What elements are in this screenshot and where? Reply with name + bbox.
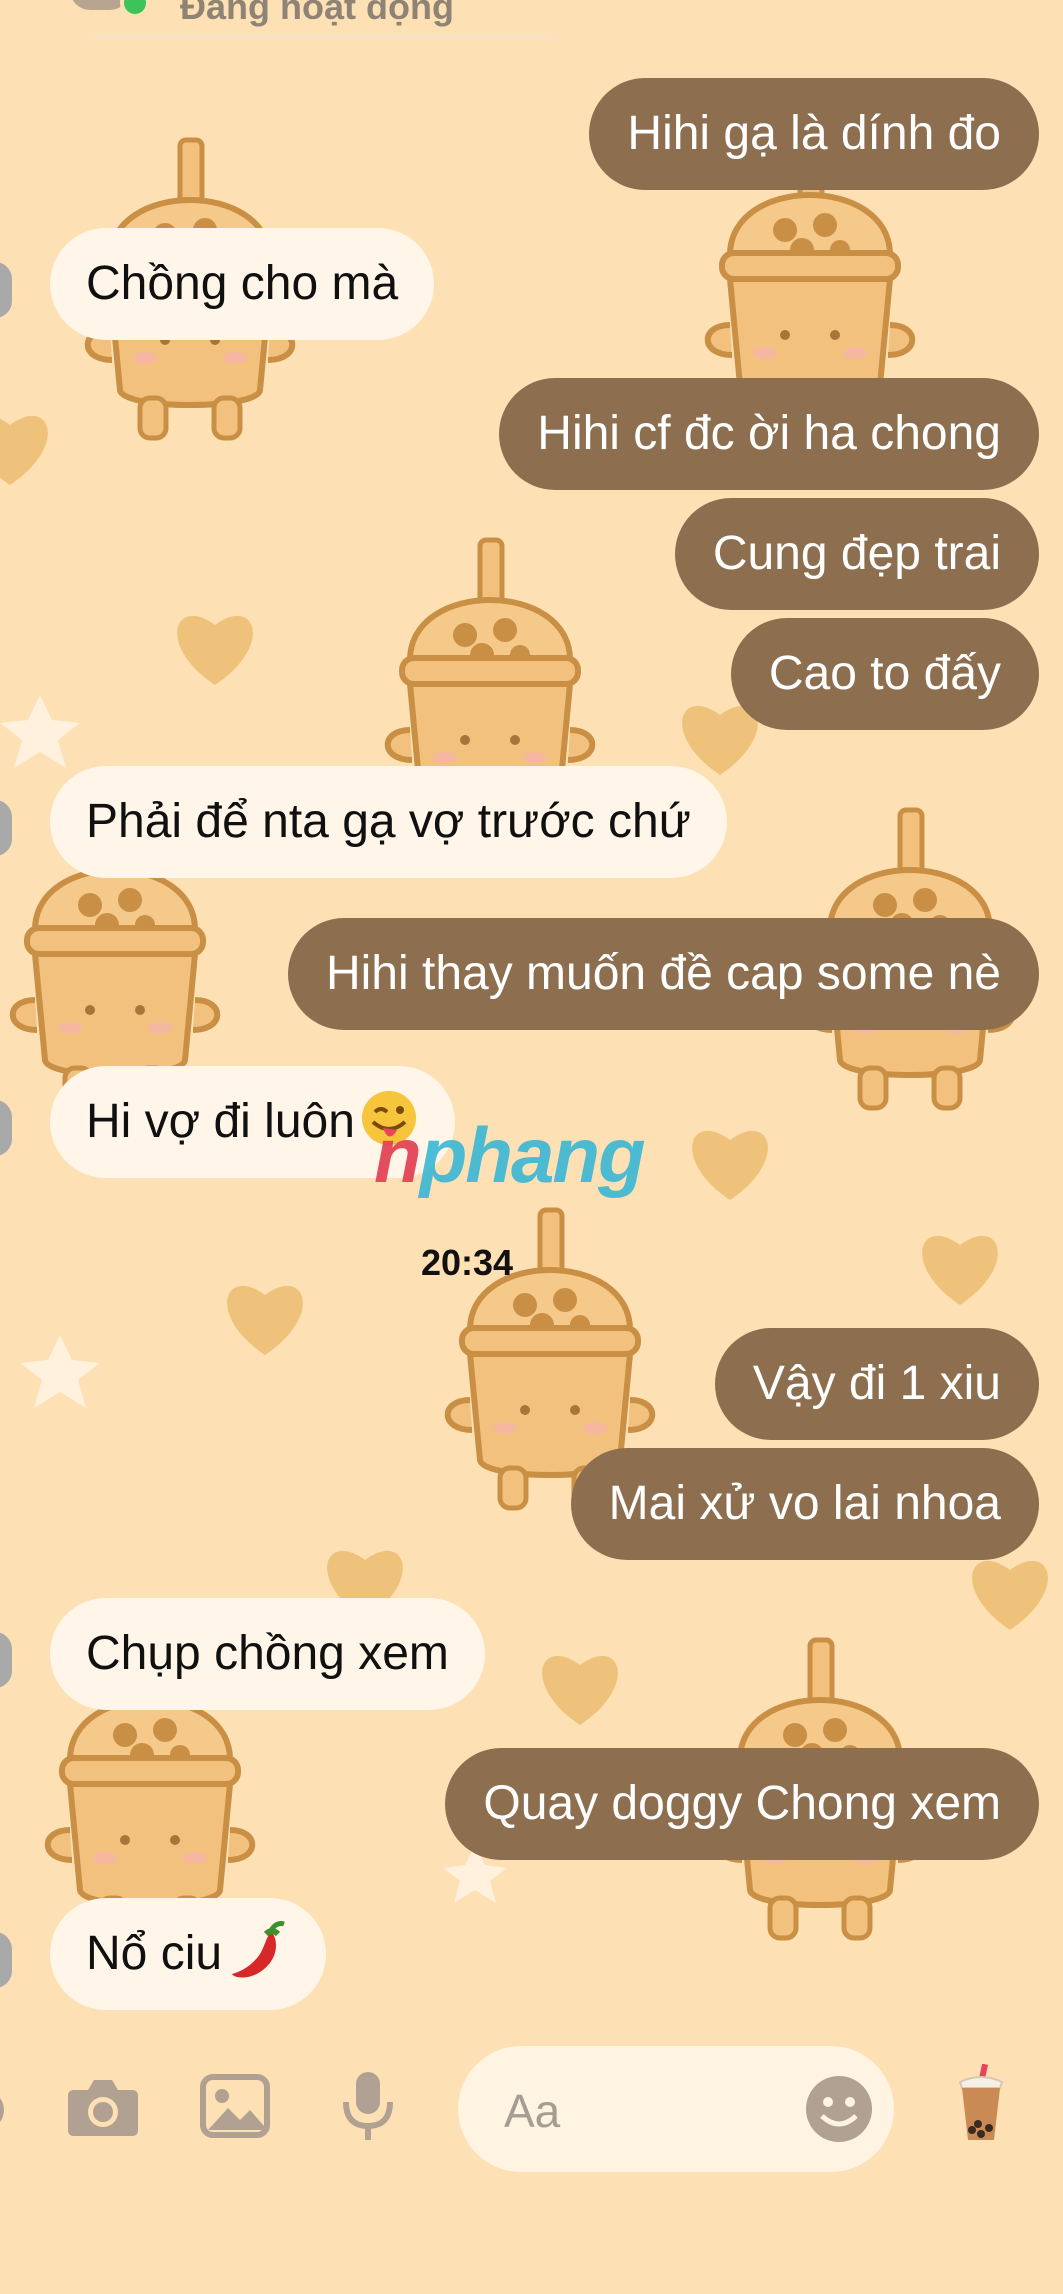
message-outgoing[interactable]: Hihi gạ là dính đo <box>589 78 1039 190</box>
message-timestamp: 20:34 <box>421 1242 514 1283</box>
message-text: Cao to đấy <box>768 647 1001 700</box>
avatar[interactable] <box>0 1932 12 1988</box>
message-outgoing[interactable]: Vậy đi 1 xiu <box>714 1328 1039 1440</box>
active-status-text: Đang hoạt động <box>180 0 454 27</box>
avatar[interactable] <box>0 1100 12 1156</box>
avatar[interactable] <box>0 262 12 318</box>
message-text: Mai xử vo lai nhoa <box>608 1477 1001 1530</box>
microphone-icon[interactable] <box>340 2070 396 2149</box>
message-outgoing[interactable]: Cung đẹp trai <box>674 498 1039 610</box>
message-text: Cung đẹp trai <box>712 527 1001 580</box>
message-outgoing[interactable]: Hihi cf đc ời ha chong <box>499 378 1039 490</box>
message-text: Chụp chồng xem <box>86 1627 449 1680</box>
watermark-text: phang <box>419 1111 646 1199</box>
camera-icon[interactable] <box>66 2074 140 2143</box>
bubble-tea-icon[interactable] <box>954 2063 1008 2149</box>
message-incoming[interactable]: Nổ ciu <box>50 1898 327 2010</box>
message-incoming[interactable]: Chụp chồng xem <box>50 1598 485 1710</box>
message-outgoing[interactable]: Cao to đấy <box>730 618 1039 730</box>
divider <box>88 36 556 38</box>
message-outgoing[interactable]: Hihi thay muốn đề cap some nè <box>287 918 1039 1030</box>
active-status-header: Đang hoạt động <box>0 0 560 40</box>
message-incoming[interactable]: Chồng cho mà <box>50 228 435 340</box>
message-text: Hihi cf đc ời ha chong <box>537 407 1001 460</box>
message-input-placeholder: Aa <box>504 2085 561 2137</box>
watermark-logo: nphang <box>374 1110 646 1201</box>
message-text: Nổ ciu <box>86 1927 223 1980</box>
message-text: Chồng cho mà <box>86 257 399 310</box>
watermark-letter: n <box>374 1111 422 1199</box>
message-text: Hihi gạ là dính đo <box>627 107 1001 160</box>
online-indicator <box>120 0 150 18</box>
menu-edge-icon[interactable] <box>0 2080 8 2145</box>
message-outgoing[interactable]: Quay doggy Chong xem <box>445 1748 1039 1860</box>
message-text: Hi vợ đi luôn <box>86 1095 355 1148</box>
message-outgoing[interactable]: Mai xử vo lai nhoa <box>570 1448 1039 1560</box>
message-composer: Aa <box>0 2030 1063 2230</box>
message-incoming[interactable]: Phải để nta gạ vợ trước chứ <box>50 766 727 878</box>
avatar[interactable] <box>0 1632 12 1688</box>
message-input[interactable]: Aa <box>458 2046 894 2172</box>
image-icon[interactable] <box>200 2074 270 2143</box>
message-text: Quay doggy Chong xem <box>483 1777 1001 1830</box>
chili-pepper-emoji-icon <box>226 1918 290 1991</box>
smile-emoji-icon[interactable] <box>804 2074 874 2149</box>
message-text: Vậy đi 1 xiu <box>752 1357 1001 1410</box>
message-text: Phải để nta gạ vợ trước chứ <box>86 795 691 848</box>
avatar[interactable] <box>0 800 12 856</box>
message-text: Hihi thay muốn đề cap some nè <box>325 947 1001 1000</box>
